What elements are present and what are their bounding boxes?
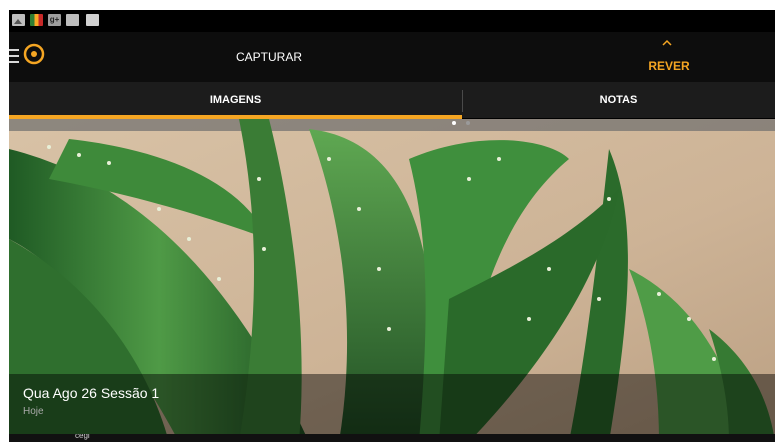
- page-dot: [466, 121, 470, 125]
- tab-rever-label: REVER: [648, 59, 690, 73]
- next-session-label: cegi: [75, 434, 90, 440]
- app-window: g+ CAPTURAR REVER IMAGENS NOTAS Qua Ago …: [9, 10, 775, 442]
- session-caption[interactable]: Qua Ago 26 Sessão 1 Hoje: [9, 374, 775, 434]
- gallery-icon: [12, 14, 25, 26]
- tab-capturar[interactable]: CAPTURAR: [179, 32, 359, 82]
- google-plus-icon: g+: [48, 14, 61, 26]
- session-title: Qua Ago 26 Sessão 1: [23, 385, 160, 401]
- next-session-strip[interactable]: cegi: [9, 434, 775, 442]
- tab-imagens[interactable]: IMAGENS: [9, 82, 462, 118]
- session-photo[interactable]: Qua Ago 26 Sessão 1 Hoje cegi: [9, 119, 775, 442]
- chevron-up-icon: [662, 39, 672, 46]
- mail-icon: [66, 14, 79, 26]
- tab-notas[interactable]: NOTAS: [462, 82, 775, 118]
- app-logo-icon[interactable]: [23, 43, 45, 65]
- tab-rever[interactable]: REVER: [609, 32, 729, 82]
- app-grid-icon: [30, 14, 43, 26]
- action-bar: CAPTURAR REVER: [9, 32, 775, 82]
- menu-icon[interactable]: [9, 49, 19, 63]
- session-subtitle: Hoje: [23, 406, 44, 417]
- status-bar: g+: [9, 10, 775, 32]
- camera-upload-icon: [86, 14, 99, 26]
- page-dot-active: [452, 121, 456, 125]
- sub-tabs: IMAGENS NOTAS: [9, 82, 775, 118]
